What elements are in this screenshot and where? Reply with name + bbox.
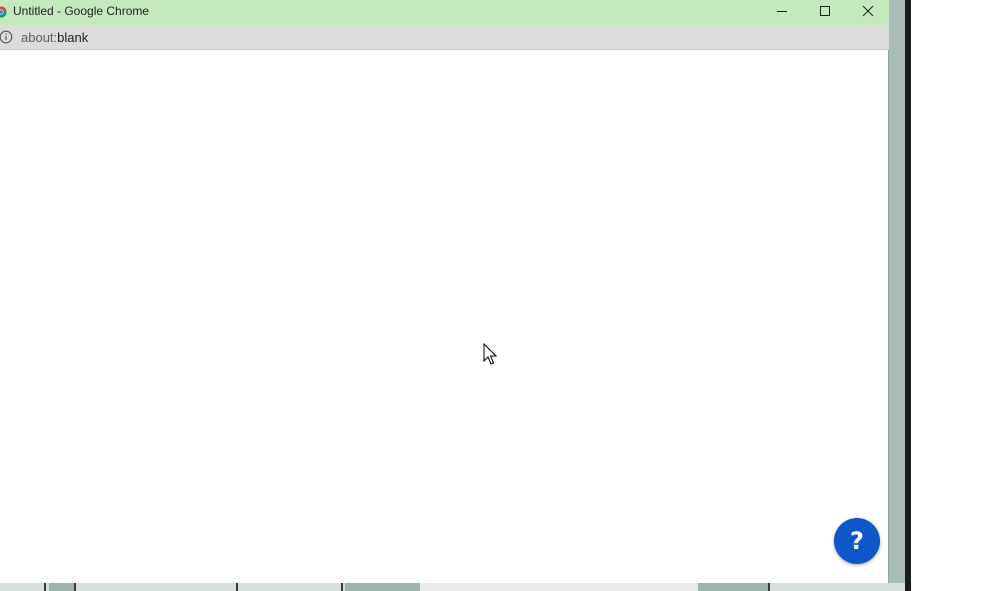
- chrome-logo-icon: [0, 5, 7, 18]
- minimize-icon: [776, 4, 788, 22]
- close-button[interactable]: [847, 0, 889, 25]
- url-scheme: about:: [21, 30, 58, 45]
- url-path: blank: [57, 30, 89, 45]
- taskbar-divider: [236, 583, 238, 591]
- taskbar-segment: [345, 583, 420, 591]
- maximize-button[interactable]: [804, 0, 846, 25]
- taskbar-segment: [49, 583, 74, 591]
- taskbar-divider: [768, 583, 770, 591]
- taskbar-segment: [239, 583, 341, 591]
- url-text[interactable]: about:blank: [21, 30, 88, 45]
- window-title: Untitled - Google Chrome: [13, 4, 150, 18]
- taskbar-segment: [698, 583, 768, 591]
- close-icon: [862, 4, 874, 22]
- window-titlebar[interactable]: Untitled - Google Chrome: [0, 0, 889, 25]
- taskbar-segment: [78, 583, 236, 591]
- address-bar[interactable]: about:blank: [0, 25, 889, 50]
- info-icon[interactable]: [0, 30, 13, 44]
- maximize-icon: [819, 4, 831, 22]
- taskbar-divider: [74, 583, 76, 591]
- taskbar-segment: [420, 583, 698, 591]
- taskbar-fragment: [0, 583, 905, 591]
- desktop-edge: [889, 0, 905, 591]
- desktop-background: [911, 0, 999, 591]
- help-button[interactable]: ?: [834, 518, 880, 564]
- desktop-screen: Untitled - Google Chrome about:blank ?: [0, 0, 999, 591]
- page-viewport[interactable]: [0, 51, 888, 583]
- taskbar-divider: [44, 583, 46, 591]
- minimize-button[interactable]: [761, 0, 803, 25]
- taskbar-divider: [341, 583, 343, 591]
- mouse-cursor-icon: [483, 342, 498, 366]
- taskbar-segment: [772, 583, 905, 591]
- chrome-window: Untitled - Google Chrome about:blank ?: [0, 0, 889, 583]
- taskbar-segment: [0, 583, 47, 591]
